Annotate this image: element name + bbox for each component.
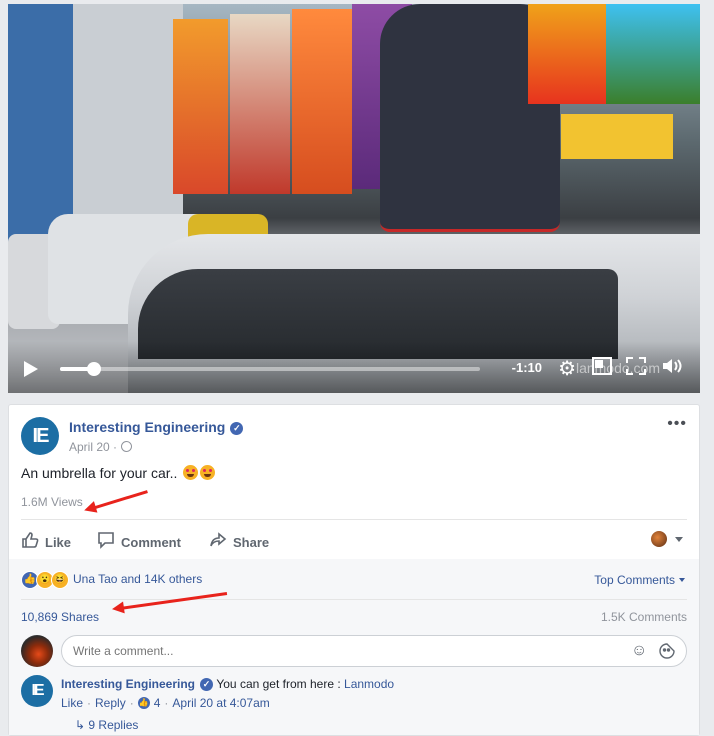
comment-author[interactable]: Interesting Engineering	[61, 677, 195, 691]
reactions-summary[interactable]: Una Tao and 14K others	[73, 572, 202, 586]
sticker-icon[interactable]	[659, 643, 675, 663]
watermark: lanmodo.com	[575, 360, 660, 376]
separator-dot: ·	[87, 696, 92, 710]
picture-in-picture-icon[interactable]	[592, 357, 612, 379]
post-card: IE Interesting Engineering ✓ April 20 · •…	[8, 404, 700, 736]
comment-button[interactable]: Comment	[97, 531, 181, 554]
comments-count[interactable]: 1.5K Comments	[601, 610, 687, 624]
billboard-1	[173, 19, 228, 194]
comment-time[interactable]: April 20 at 4:07am	[172, 696, 269, 710]
post-text: An umbrella for your car..	[21, 465, 216, 481]
comment-reply-link[interactable]: Reply	[95, 696, 126, 710]
shares-count[interactable]: 10,869 Shares	[21, 610, 99, 624]
gear-icon[interactable]: ⚙	[558, 359, 576, 379]
remaining-time: -1:10	[511, 360, 542, 375]
building-white	[73, 4, 183, 234]
divider	[21, 519, 687, 520]
comment-like-link[interactable]: Like	[61, 696, 83, 710]
globe-icon	[121, 441, 133, 452]
fullscreen-icon[interactable]	[626, 357, 646, 379]
page-name[interactable]: Interesting Engineering ✓	[69, 419, 244, 435]
verified-badge-icon: ✓	[230, 422, 244, 435]
commenter-logo[interactable]: IE	[21, 675, 53, 707]
verified-badge-icon: ✓	[200, 678, 214, 691]
building-left	[8, 4, 73, 244]
post-text-content: An umbrella for your car..	[21, 465, 178, 481]
heart-eyes-emoji-icon	[200, 465, 216, 480]
share-button[interactable]: Share	[209, 531, 269, 554]
haha-reaction-icon: 😆	[51, 571, 69, 589]
billboard-3	[292, 9, 352, 194]
viewer-avatar[interactable]	[651, 531, 667, 547]
video-player[interactable]: -1:10 lanmodo.com ⚙	[8, 4, 700, 393]
separator-dot: ·	[164, 696, 169, 710]
video-controls: -1:10 lanmodo.com ⚙	[8, 341, 700, 393]
comment-like-count[interactable]: 4	[154, 696, 161, 710]
replies-label[interactable]: 9 Replies	[88, 718, 138, 732]
view-count: 1.6M Views	[21, 495, 83, 509]
like-count-icon: 👍	[137, 697, 150, 709]
progress-bar[interactable]	[60, 362, 480, 376]
page-logo[interactable]: IE	[21, 417, 59, 455]
separator-dot: ·	[129, 696, 134, 710]
play-icon[interactable]	[24, 361, 38, 377]
more-options-icon[interactable]: •••	[667, 415, 687, 433]
parking-sign	[561, 114, 673, 159]
share-label: Share	[233, 535, 270, 550]
comment-actions: Like · Reply · 👍 4 · April 20 at 4:07am	[61, 696, 270, 710]
billboard-6	[606, 4, 700, 104]
volume-icon[interactable]	[662, 357, 684, 379]
comment-input[interactable]	[61, 635, 687, 667]
viewer-avatar-large[interactable]	[21, 635, 53, 667]
heart-eyes-emoji-icon	[183, 465, 199, 480]
comment-text: You can get from here :	[216, 677, 341, 691]
comment-link[interactable]: Lanmodo	[344, 677, 394, 691]
thumbs-up-icon	[21, 531, 39, 554]
replies-link[interactable]: ↳ 9 Replies	[75, 718, 138, 732]
chevron-down-icon[interactable]	[675, 537, 683, 542]
progress-handle[interactable]	[86, 362, 101, 376]
top-comments-dropdown[interactable]: Top Comments	[594, 573, 685, 587]
page-name-text[interactable]: Interesting Engineering	[69, 419, 225, 435]
speech-bubble-icon	[97, 531, 115, 554]
post-date-text[interactable]: April 20 ·	[69, 440, 117, 454]
reaction-icons[interactable]: 👍 😮 😆	[21, 571, 69, 589]
emoji-icon[interactable]: ☺	[631, 643, 647, 659]
share-arrow-icon	[209, 531, 227, 554]
reply-arrow-icon: ↳	[75, 718, 86, 732]
billboard-2	[230, 14, 290, 194]
comment-body: Interesting Engineering ✓ You can get fro…	[61, 677, 394, 691]
like-label: Like	[45, 535, 72, 550]
like-button[interactable]: Like	[21, 531, 71, 554]
comment-label: Comment	[121, 535, 181, 550]
post-date[interactable]: April 20 ·	[69, 440, 133, 454]
divider	[21, 599, 687, 600]
